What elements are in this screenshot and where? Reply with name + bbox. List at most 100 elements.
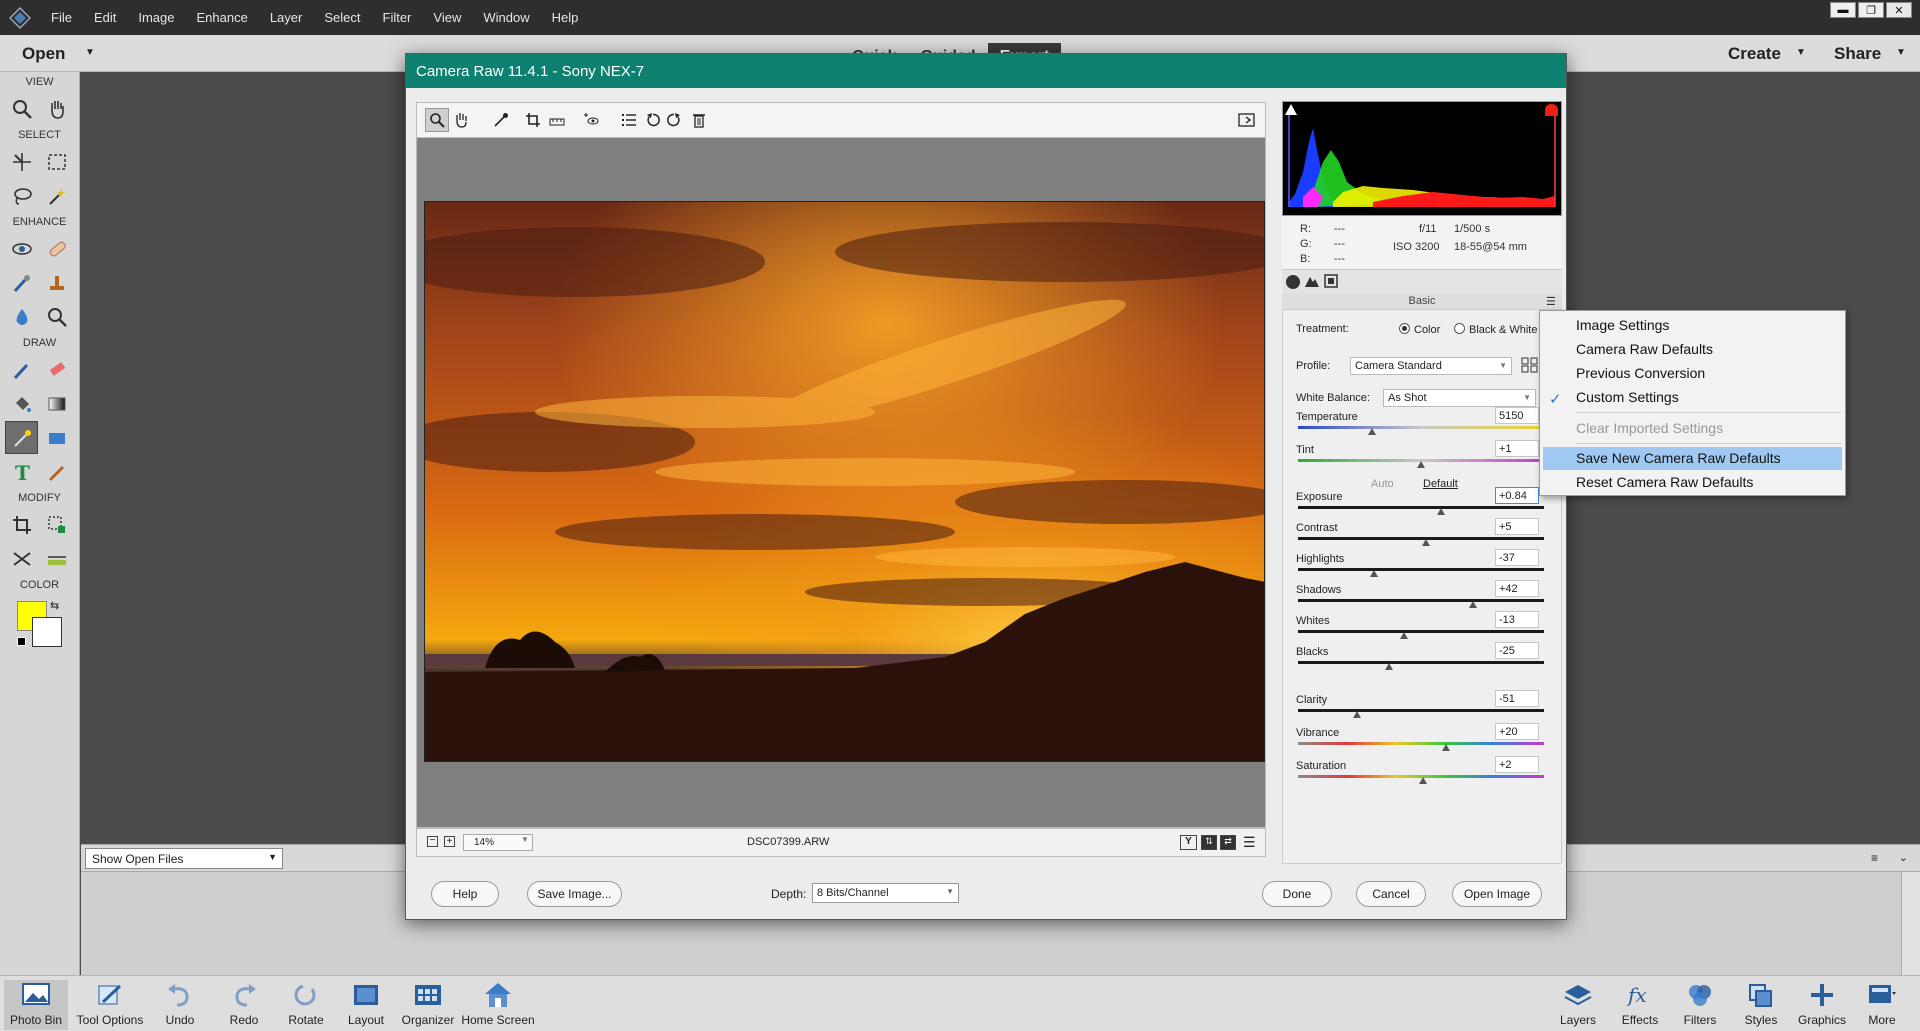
- red-eye-icon[interactable]: [5, 232, 38, 265]
- styles-button[interactable]: Styles: [1729, 980, 1793, 1027]
- lasso-tool-icon[interactable]: [5, 179, 38, 212]
- clarity-slider[interactable]: [1298, 709, 1544, 712]
- vibrance-slider[interactable]: [1298, 742, 1544, 745]
- save-image-button[interactable]: Save Image...: [527, 881, 622, 907]
- open-image-button[interactable]: Open Image: [1452, 881, 1542, 907]
- trash-icon[interactable]: [687, 108, 711, 132]
- undo-button[interactable]: Undo: [148, 980, 212, 1027]
- blacks-value-field[interactable]: -25: [1495, 642, 1539, 659]
- clone-stamp-icon[interactable]: [40, 266, 73, 299]
- detail-tab-icon[interactable]: [1304, 274, 1320, 291]
- highlights-value-field[interactable]: -37: [1495, 549, 1539, 566]
- create-button[interactable]: Create: [1728, 44, 1781, 64]
- smart-brush-icon[interactable]: [5, 266, 38, 299]
- default-link[interactable]: Default: [1423, 478, 1458, 490]
- shadow-clipping-warning-icon[interactable]: [1285, 104, 1297, 115]
- auto-link[interactable]: Auto: [1371, 478, 1394, 490]
- menu-item-reset-defaults[interactable]: Reset Camera Raw Defaults: [1540, 471, 1845, 494]
- menu-item-camera-raw-defaults[interactable]: Camera Raw Defaults: [1540, 338, 1845, 361]
- hand-tool-icon[interactable]: [40, 92, 73, 125]
- saturation-value-field[interactable]: +2: [1495, 756, 1539, 773]
- type-tool-icon[interactable]: T: [5, 455, 38, 488]
- menu-layer[interactable]: Layer: [259, 10, 314, 25]
- menu-help[interactable]: Help: [541, 10, 590, 25]
- panel-menu-icon[interactable]: ☰: [1546, 295, 1556, 308]
- layout-button[interactable]: Layout: [334, 980, 398, 1027]
- whites-slider-thumb[interactable]: [1399, 632, 1408, 639]
- highlight-clipping-warning-icon[interactable]: [1545, 104, 1558, 116]
- crop-tool-icon[interactable]: [5, 508, 38, 541]
- effects-button[interactable]: fx Effects: [1608, 980, 1672, 1027]
- profile-select[interactable]: Camera Standard ▼: [1350, 357, 1512, 375]
- white-balance-eyedropper-icon[interactable]: [489, 108, 513, 132]
- paint-bucket-icon[interactable]: [5, 387, 38, 420]
- menu-enhance[interactable]: Enhance: [186, 10, 259, 25]
- layers-button[interactable]: Layers: [1546, 980, 1610, 1027]
- more-button[interactable]: More: [1852, 980, 1912, 1027]
- shadows-value-field[interactable]: +42: [1495, 580, 1539, 597]
- contrast-value-field[interactable]: +5: [1495, 518, 1539, 535]
- red-eye-removal-icon[interactable]: [579, 108, 603, 132]
- menu-filter[interactable]: Filter: [372, 10, 423, 25]
- exposure-value-field[interactable]: +0.84: [1495, 487, 1539, 504]
- eraser-tool-icon[interactable]: [40, 353, 73, 386]
- gradient-tool-icon[interactable]: [40, 387, 73, 420]
- menu-item-custom-settings[interactable]: ✓ Custom Settings: [1540, 386, 1845, 409]
- pencil-tool-icon[interactable]: [40, 455, 73, 488]
- spot-healing-icon[interactable]: [40, 232, 73, 265]
- menu-item-save-new-defaults[interactable]: Save New Camera Raw Defaults: [1543, 447, 1842, 470]
- whites-slider[interactable]: [1298, 630, 1544, 633]
- exposure-slider-thumb[interactable]: [1436, 508, 1445, 515]
- home-screen-button[interactable]: Home Screen: [460, 980, 536, 1027]
- rotate-right-icon[interactable]: [662, 108, 686, 132]
- before-after-y-icon[interactable]: Y: [1180, 835, 1197, 850]
- chevron-down-icon[interactable]: ▼: [85, 47, 95, 58]
- vibrance-slider-thumb[interactable]: [1441, 744, 1450, 751]
- straighten-icon[interactable]: [545, 108, 569, 132]
- basic-tab-icon[interactable]: [1286, 275, 1300, 289]
- clarity-value-field[interactable]: -51: [1495, 690, 1539, 707]
- treatment-color-radio[interactable]: [1399, 323, 1410, 334]
- before-after-swap-icon[interactable]: ⇅: [1201, 835, 1217, 850]
- crop-icon[interactable]: [521, 108, 545, 132]
- menu-select[interactable]: Select: [313, 10, 371, 25]
- share-button[interactable]: Share: [1834, 44, 1881, 64]
- menu-edit[interactable]: Edit: [83, 10, 127, 25]
- minimize-button[interactable]: ▬: [1830, 2, 1856, 18]
- copy-settings-icon[interactable]: ⇄: [1220, 835, 1236, 850]
- temperature-slider[interactable]: [1298, 426, 1544, 429]
- move-tool-icon[interactable]: [5, 145, 38, 178]
- chevron-down-icon[interactable]: ⌄: [1899, 851, 1908, 864]
- menu-file[interactable]: File: [40, 10, 83, 25]
- shape-tool-icon[interactable]: [40, 421, 73, 454]
- help-button[interactable]: Help: [431, 881, 499, 907]
- default-colors-icon[interactable]: [17, 637, 26, 646]
- content-move-icon[interactable]: [5, 542, 38, 575]
- bin-options-icon[interactable]: ≡: [1871, 851, 1878, 865]
- image-preview[interactable]: [416, 137, 1266, 828]
- temperature-slider-thumb[interactable]: [1367, 428, 1376, 435]
- done-button[interactable]: Done: [1262, 881, 1332, 907]
- open-button[interactable]: Open: [22, 44, 65, 64]
- tool-options-button[interactable]: Tool Options: [72, 980, 148, 1027]
- menu-item-previous-conversion[interactable]: Previous Conversion: [1540, 362, 1845, 385]
- menu-item-image-settings[interactable]: Image Settings: [1540, 314, 1845, 337]
- cancel-button[interactable]: Cancel: [1356, 881, 1426, 907]
- blur-tool-icon[interactable]: [5, 300, 38, 333]
- bin-source-select[interactable]: Show Open Files ▼: [85, 848, 283, 869]
- color-picker-icon[interactable]: [5, 421, 38, 454]
- chevron-down-icon[interactable]: ▼: [521, 835, 529, 844]
- scrollbar[interactable]: [1901, 872, 1920, 975]
- highlights-slider-thumb[interactable]: [1370, 570, 1379, 577]
- chevron-down-icon[interactable]: ▼: [1796, 47, 1806, 58]
- saturation-slider-thumb[interactable]: [1419, 777, 1428, 784]
- organizer-button[interactable]: Organizer: [394, 980, 462, 1027]
- tint-slider-thumb[interactable]: [1417, 461, 1425, 468]
- graphics-button[interactable]: Graphics: [1790, 980, 1854, 1027]
- tint-value-field[interactable]: +1: [1495, 440, 1539, 457]
- menu-image[interactable]: Image: [127, 10, 185, 25]
- shadows-slider-thumb[interactable]: [1468, 601, 1477, 608]
- blacks-slider-thumb[interactable]: [1385, 663, 1394, 670]
- list-icon[interactable]: [617, 108, 641, 132]
- brush-tool-icon[interactable]: [5, 353, 38, 386]
